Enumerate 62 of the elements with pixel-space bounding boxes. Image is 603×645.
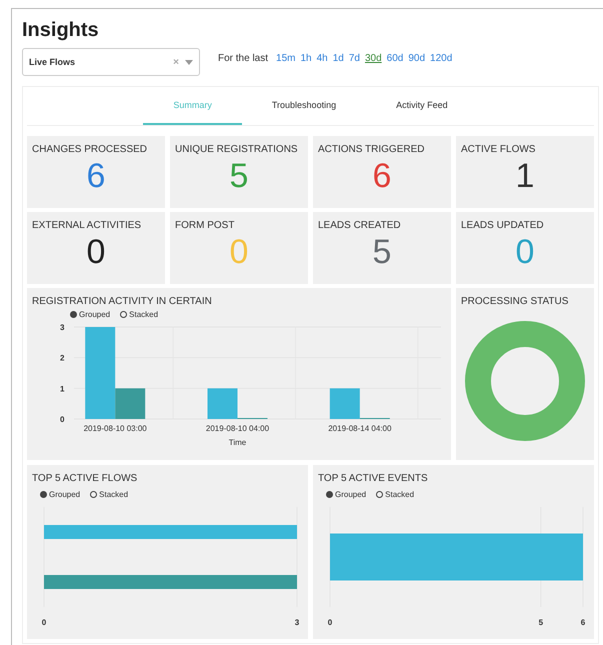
range-label: For the last (218, 52, 268, 64)
legend-option[interactable]: Grouped (40, 490, 80, 499)
axis-label: 1 (60, 384, 64, 394)
legend-option[interactable]: Stacked (120, 310, 158, 319)
radio-icon[interactable] (40, 491, 47, 498)
axis-label: 0 (328, 618, 332, 627)
axis-label: 0 (60, 415, 64, 424)
stat-label: LEADS CREATED (318, 220, 402, 231)
clear-icon[interactable]: × (173, 56, 179, 68)
axis-label: 3 (60, 323, 64, 332)
stat-value: 1 (514, 157, 536, 196)
stat-label: EXTERNAL ACTIVITIES (32, 220, 142, 231)
stat-label: FORM POST (175, 220, 236, 231)
chart-title: TOP 5 ACTIVE EVENTS (318, 473, 429, 484)
axis-label: 3 (294, 618, 300, 627)
axis-label: 2019-08-10 04:00 (206, 424, 270, 433)
range-link[interactable]: 120d (430, 52, 452, 64)
range-link[interactable]: 4h (316, 52, 328, 64)
stat-value: 0 (228, 233, 250, 272)
page-title: Insights (22, 19, 100, 42)
stat-value: 5 (228, 157, 250, 196)
legend-option[interactable]: Grouped (326, 490, 366, 499)
tab[interactable]: Summary (143, 87, 242, 125)
tab[interactable]: Activity Feed (366, 87, 478, 125)
range-link[interactable]: 60d (386, 52, 404, 64)
chart-title: PROCESSING STATUS (461, 296, 570, 307)
stat-value: 0 (86, 233, 106, 272)
radio-icon[interactable] (90, 491, 98, 498)
range-link[interactable]: 90d (408, 52, 426, 64)
axis-label: 6 (580, 618, 586, 627)
stat-label: UNIQUE REGISTRATIONS (175, 144, 299, 155)
chart-title: TOP 5 ACTIVE FLOWS (32, 473, 138, 484)
range-link[interactable]: 7d (348, 52, 360, 64)
stat-value: 5 (372, 233, 392, 272)
legend-option[interactable]: Stacked (90, 490, 128, 499)
radio-icon[interactable] (120, 311, 128, 318)
stat-label: CHANGES PROCESSED (32, 144, 148, 155)
caret-icon (185, 60, 193, 64)
axis-label: 5 (538, 618, 544, 627)
radio-icon[interactable] (70, 311, 77, 318)
stat-label: LEADS UPDATED (461, 220, 545, 231)
axis-title: Time (228, 438, 246, 447)
tab[interactable]: Troubleshooting (242, 87, 366, 125)
radio-icon[interactable] (376, 491, 384, 498)
legend-option[interactable]: Stacked (376, 490, 414, 499)
stat-label: ACTIVE FLOWS (461, 144, 536, 155)
range-link[interactable]: 1h (300, 52, 312, 64)
axis-label: 2019-08-14 04:00 (328, 424, 392, 433)
legend-option[interactable]: Grouped (70, 310, 110, 319)
stat-value: 6 (86, 157, 106, 196)
stat-label: ACTIONS TRIGGERED (318, 144, 426, 155)
axis-label: 2019-08-10 03:00 (84, 424, 147, 433)
axis-label: 2 (60, 354, 64, 363)
axis-label: 0 (42, 618, 46, 627)
chart-title: REGISTRATION ACTIVITY IN CERTAIN (32, 296, 213, 307)
radio-icon[interactable] (326, 491, 333, 498)
flow-select[interactable]: Live Flows × (22, 48, 200, 76)
range-link[interactable]: 30d (364, 52, 382, 64)
range-link[interactable]: 1d (332, 52, 344, 64)
stat-value: 6 (372, 157, 392, 196)
stat-value: 0 (514, 233, 536, 272)
range-link[interactable]: 15m (276, 52, 296, 64)
